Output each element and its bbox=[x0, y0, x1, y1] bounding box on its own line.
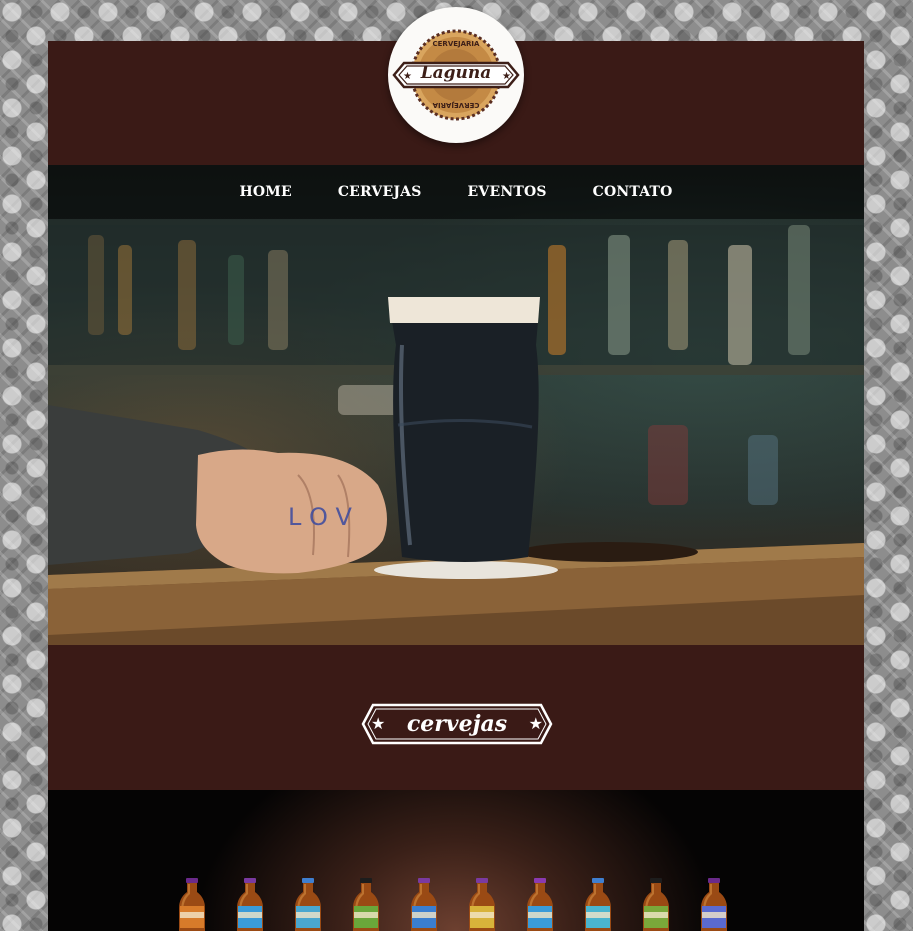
nav-contato[interactable]: CONTATO bbox=[593, 184, 673, 200]
beer-bottle[interactable] bbox=[467, 878, 497, 931]
brand-logo[interactable]: ★ ★ CERVEJARIA Laguna CERVEJARIA bbox=[388, 7, 524, 143]
beer-bottle[interactable] bbox=[641, 878, 671, 931]
logo-bottom-text: CERVEJARIA bbox=[432, 101, 480, 109]
main-nav: HOME CERVEJAS EVENTOS CONTATO bbox=[48, 165, 864, 219]
hero-photo: L O V bbox=[48, 225, 864, 645]
beer-bottle[interactable] bbox=[235, 878, 265, 931]
beer-bottle[interactable] bbox=[177, 878, 207, 931]
beer-bottle[interactable] bbox=[409, 878, 439, 931]
nav-eventos[interactable]: EVENTOS bbox=[468, 184, 547, 200]
beer-bottle[interactable] bbox=[293, 878, 323, 931]
hero-banner: L O V HOME CERVEJAS EVENTOS CONTATO bbox=[48, 165, 864, 645]
beer-bottle[interactable] bbox=[525, 878, 555, 931]
logo-top-text: CERVEJARIA bbox=[432, 40, 480, 48]
svg-text:L O V: L O V bbox=[288, 503, 353, 531]
section-title-badge: ★ ★ cervejas bbox=[361, 703, 553, 745]
beer-bottle[interactable] bbox=[351, 878, 381, 931]
logo-name: Laguna bbox=[420, 63, 492, 83]
beer-bottle[interactable] bbox=[583, 878, 613, 931]
cervejas-section: ★ ★ cervejas bbox=[48, 645, 864, 790]
nav-home[interactable]: HOME bbox=[239, 184, 291, 200]
nav-cervejas[interactable]: CERVEJAS bbox=[338, 184, 422, 200]
bottles-showcase bbox=[48, 790, 864, 931]
beer-bottle[interactable] bbox=[699, 878, 729, 931]
section-title: cervejas bbox=[406, 711, 508, 737]
